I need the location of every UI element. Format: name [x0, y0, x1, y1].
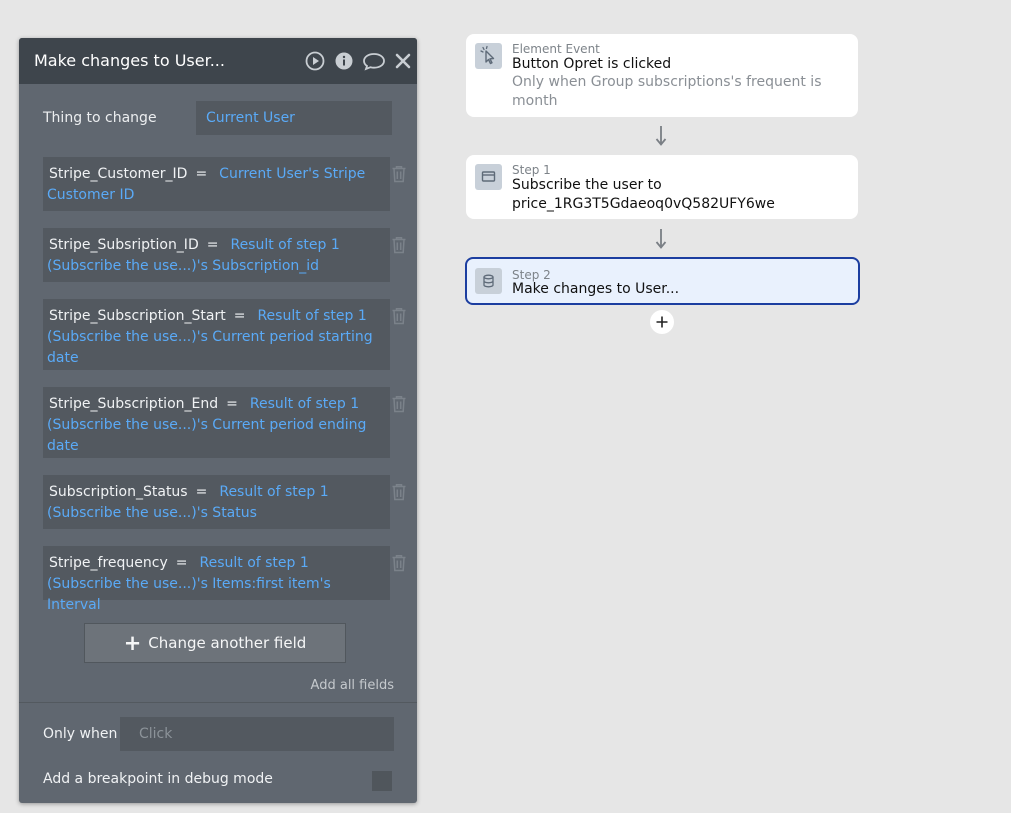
play-icon[interactable]: [305, 51, 325, 71]
step-1-label: Step 1: [512, 163, 551, 177]
field-equals: =: [195, 166, 208, 182]
thing-to-change-label: Thing to change: [43, 110, 157, 126]
change-another-field-button[interactable]: + Change another field: [84, 623, 346, 663]
divider: [19, 702, 417, 703]
event-card[interactable]: Element Event Button Opret is clicked On…: [466, 34, 858, 117]
field-name: Stripe_Subsription_ID: [49, 237, 199, 253]
thing-to-change-input[interactable]: Current User: [196, 101, 392, 135]
event-type-label: Element Event: [512, 42, 600, 56]
step-2-card[interactable]: Step 2 Make changes to User...: [465, 257, 860, 305]
field-row[interactable]: Stripe_Customer_ID = Current User's Stripe…: [43, 157, 390, 211]
credit-card-icon: [475, 164, 502, 190]
field-name: Stripe_Customer_ID: [49, 166, 188, 182]
database-icon: [475, 268, 502, 294]
field-row[interactable]: Stripe_Subscription_Start = Result of step…: [43, 299, 390, 370]
event-title: Button Opret is clicked: [512, 56, 672, 72]
field-equals: =: [195, 484, 208, 500]
add-all-fields-link[interactable]: Add all fields: [311, 678, 394, 693]
trash-icon[interactable]: [391, 483, 407, 501]
only-when-label: Only when: [43, 726, 118, 742]
plus-icon: [656, 316, 668, 328]
field-name: Stripe_Subscription_Start: [49, 308, 226, 324]
breakpoint-checkbox[interactable]: [372, 771, 392, 791]
field-equals: =: [226, 396, 238, 412]
field-row[interactable]: Stripe_Subscription_End = Result of step 1…: [43, 387, 390, 458]
field-name: Subscription_Status: [49, 484, 188, 500]
comment-icon[interactable]: [362, 51, 386, 71]
step-2-title: Make changes to User...: [512, 281, 680, 297]
field-equals: =: [233, 308, 246, 324]
breakpoint-label: Add a breakpoint in debug mode: [43, 771, 273, 787]
info-icon[interactable]: [334, 51, 354, 71]
field-name: Stripe_Subscription_End: [49, 396, 219, 412]
step-1-title: Subscribe the user to price_1RG3T5Gdaeoq…: [512, 177, 775, 212]
arrow-down-icon: [655, 229, 667, 249]
field-row[interactable]: Stripe_frequency = Result of step 1 (Subsc…: [43, 546, 390, 613]
only-when-input[interactable]: Click: [120, 717, 394, 751]
add-step-button[interactable]: [650, 310, 674, 334]
panel-header: Make changes to User...: [19, 38, 417, 84]
close-icon[interactable]: [393, 51, 413, 71]
trash-icon[interactable]: [391, 395, 407, 413]
arrow-down-icon: [655, 126, 667, 146]
field-name: Stripe_frequency: [49, 555, 168, 571]
property-editor-panel: Make changes to User... Thing to change …: [19, 38, 417, 803]
panel-title: Make changes to User...: [34, 51, 225, 70]
cursor-click-icon: [475, 43, 502, 69]
step-1-card[interactable]: Step 1 Subscribe the user to price_1RG3T…: [466, 155, 858, 219]
field-equals: =: [175, 555, 188, 571]
trash-icon[interactable]: [391, 307, 407, 325]
plus-icon: +: [123, 631, 142, 655]
change-another-field-label: Change another field: [148, 634, 307, 652]
trash-icon[interactable]: [391, 165, 407, 183]
field-row[interactable]: Subscription_Status = Result of step 1 (Su…: [43, 475, 390, 529]
field-row[interactable]: Stripe_Subsription_ID = Result of step 1 (…: [43, 228, 390, 282]
trash-icon[interactable]: [391, 236, 407, 254]
trash-icon[interactable]: [391, 554, 407, 572]
event-condition: Only when Group subscriptions's frequent…: [512, 74, 822, 109]
field-equals: =: [206, 237, 219, 253]
